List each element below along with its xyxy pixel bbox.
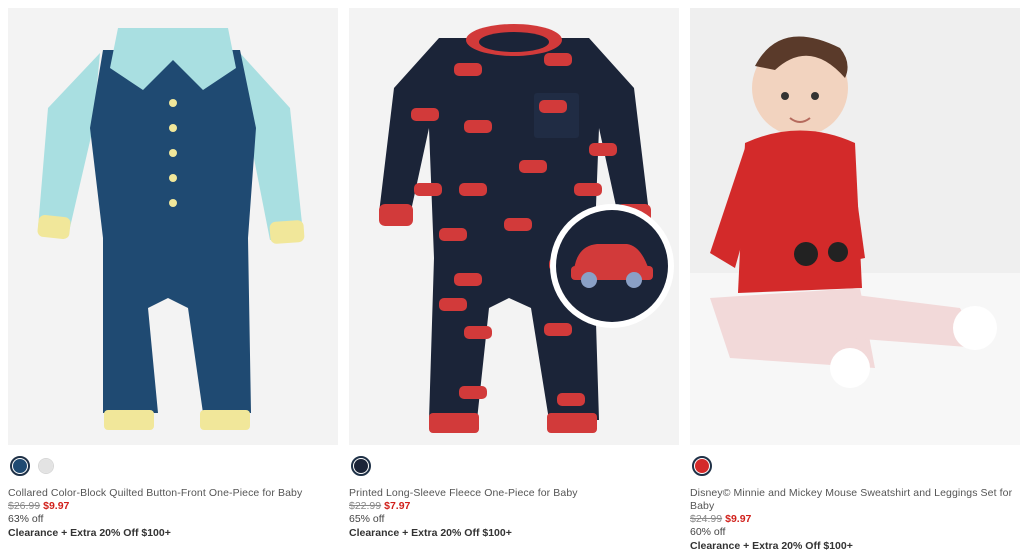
product-card[interactable]: Disney© Minnie and Mickey Mouse Sweatshi… (690, 8, 1020, 553)
discount-percent: 65% off (349, 513, 385, 525)
baby-sweatshirt-leggings-image (690, 8, 1020, 445)
original-price: $22.99 (349, 500, 382, 512)
discount-percent: 60% off (690, 526, 726, 538)
car-print-one-piece-image (349, 8, 679, 445)
product-image[interactable] (690, 8, 1020, 445)
navy-car-print-swatch-icon[interactable] (351, 456, 371, 476)
product-card[interactable]: Collared Color-Block Quilted Button-Fron… (8, 8, 338, 540)
original-price: $24.99 (690, 513, 723, 525)
discount-percent: 63% off (8, 513, 44, 525)
product-image[interactable] (8, 8, 338, 445)
navy-swatch-icon[interactable] (10, 456, 30, 476)
product-image[interactable] (349, 8, 679, 445)
color-swatches (8, 455, 338, 477)
product-name[interactable]: Printed Long-Sleeve Fleece One-Piece for… (349, 487, 679, 500)
sale-price: $9.97 (725, 513, 752, 525)
sale-price: $9.97 (43, 500, 70, 512)
promo-text: Clearance + Extra 20% Off $100+ (8, 527, 171, 539)
quilted-one-piece-image (8, 8, 338, 445)
original-price: $26.99 (8, 500, 41, 512)
sale-price: $7.97 (384, 500, 411, 512)
product-card[interactable]: Printed Long-Sleeve Fleece One-Piece for… (349, 8, 679, 540)
promo-text: Clearance + Extra 20% Off $100+ (690, 540, 853, 552)
product-grid: Collared Color-Block Quilted Button-Fron… (0, 0, 1024, 552)
product-name[interactable]: Collared Color-Block Quilted Button-Fron… (8, 487, 338, 500)
color-swatches (690, 455, 1020, 477)
product-price: $26.99 $9.97 (8, 500, 338, 513)
color-swatches (349, 455, 679, 477)
product-price: $24.99 $9.97 (690, 513, 1020, 526)
red-swatch-icon[interactable] (692, 456, 712, 476)
light-gray-swatch-icon[interactable] (38, 458, 54, 474)
product-price: $22.99 $7.97 (349, 500, 679, 513)
product-name[interactable]: Disney© Minnie and Mickey Mouse Sweatshi… (690, 487, 1020, 513)
promo-text: Clearance + Extra 20% Off $100+ (349, 527, 512, 539)
